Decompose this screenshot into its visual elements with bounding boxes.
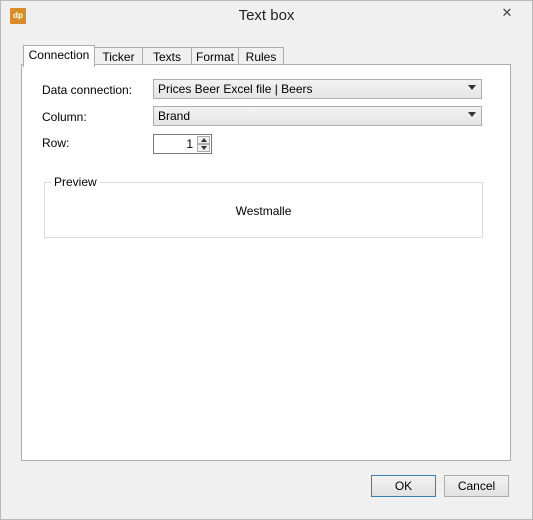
preview-group: Preview Westmalle [44, 175, 483, 238]
row-value[interactable]: 1 [186, 137, 193, 151]
preview-text: Westmalle [235, 204, 292, 218]
preview-legend: Preview [51, 175, 100, 189]
close-icon: ✕ [501, 5, 513, 20]
column-label: Column: [42, 110, 87, 124]
tab-connection[interactable]: Connection [23, 45, 95, 67]
window-title: Text box [238, 7, 295, 24]
close-button[interactable]: ✕ [495, 4, 519, 22]
chevron-down-icon [468, 85, 476, 90]
cancel-button[interactable]: Cancel [444, 475, 509, 497]
row-stepper[interactable]: 1 [153, 134, 212, 154]
stepper-up-button[interactable] [197, 136, 210, 144]
data-connection-select[interactable]: Prices Beer Excel file | Beers [153, 79, 482, 99]
dialog-window: dp Text box ✕ Connection Ticker Texts Fo… [0, 0, 533, 520]
data-connection-value: Prices Beer Excel file | Beers [158, 82, 313, 96]
title-bar[interactable]: dp Text box ✕ [1, 1, 532, 31]
data-connection-label: Data connection: [42, 83, 133, 97]
column-select[interactable]: Brand [153, 106, 482, 126]
row-label: Row: [42, 136, 70, 150]
stepper-down-button[interactable] [197, 144, 210, 152]
chevron-down-icon [468, 112, 476, 117]
ok-button[interactable]: OK [371, 475, 436, 497]
connection-panel: Data connection: Prices Beer Excel file … [21, 64, 511, 461]
column-value: Brand [158, 109, 191, 123]
